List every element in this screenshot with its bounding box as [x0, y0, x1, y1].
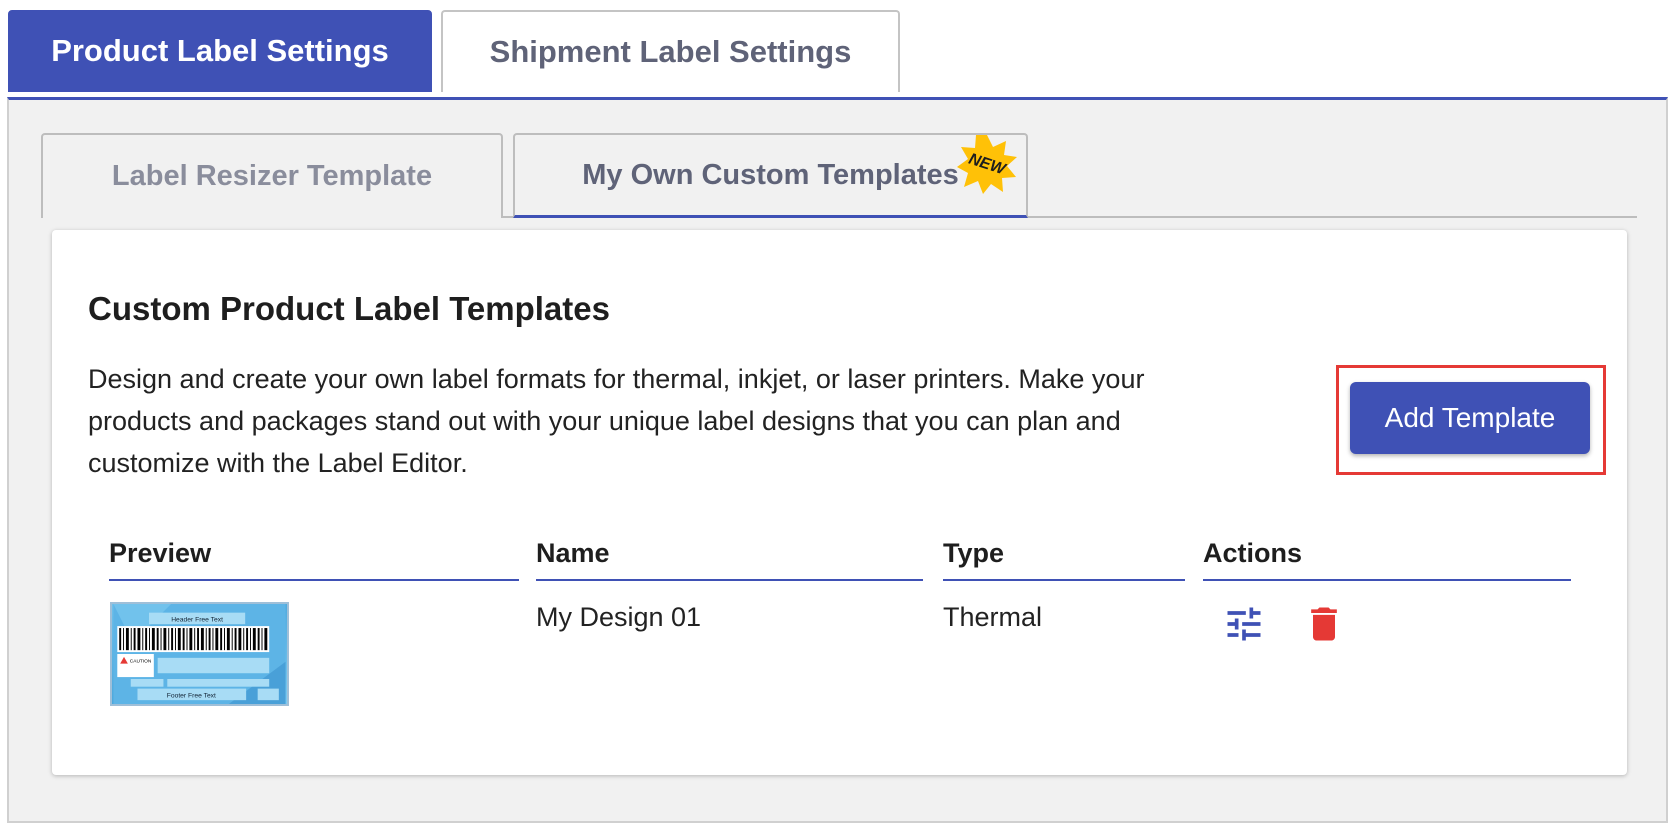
tab-my-own-custom-templates[interactable]: My Own Custom Templates [513, 133, 1028, 218]
row-name: My Design 01 [536, 602, 702, 632]
custom-templates-card: Custom Product Label Templates Design an… [52, 230, 1627, 775]
column-header-preview: Preview [109, 538, 519, 581]
preview-caution-text: CAUTION [130, 659, 152, 665]
column-header-name: Name [536, 538, 923, 581]
tab-label: My Own Custom Templates [582, 158, 959, 191]
preview-footer-text: Footer Free Text [167, 692, 216, 699]
tab-shipment-label-settings[interactable]: Shipment Label Settings [441, 10, 900, 92]
add-template-button[interactable]: Add Template [1350, 382, 1590, 454]
row-type: Thermal [943, 602, 1043, 632]
delete-icon[interactable] [1302, 602, 1346, 646]
new-badge-icon: NEW [957, 135, 1017, 194]
card-title: Custom Product Label Templates [88, 290, 610, 327]
label-preview-thumbnail[interactable]: Header Free Text CAUTION Footer Free Tex… [110, 602, 289, 706]
card-description: Design and create your own label formats… [88, 364, 1145, 478]
tune-icon[interactable] [1222, 602, 1266, 646]
tab-product-label-settings[interactable]: Product Label Settings [8, 10, 432, 92]
column-header-actions: Actions [1203, 538, 1571, 581]
column-header-type: Type [943, 538, 1185, 581]
preview-header-text: Header Free Text [171, 616, 223, 623]
tab-label-resizer-template[interactable]: Label Resizer Template [41, 133, 503, 218]
